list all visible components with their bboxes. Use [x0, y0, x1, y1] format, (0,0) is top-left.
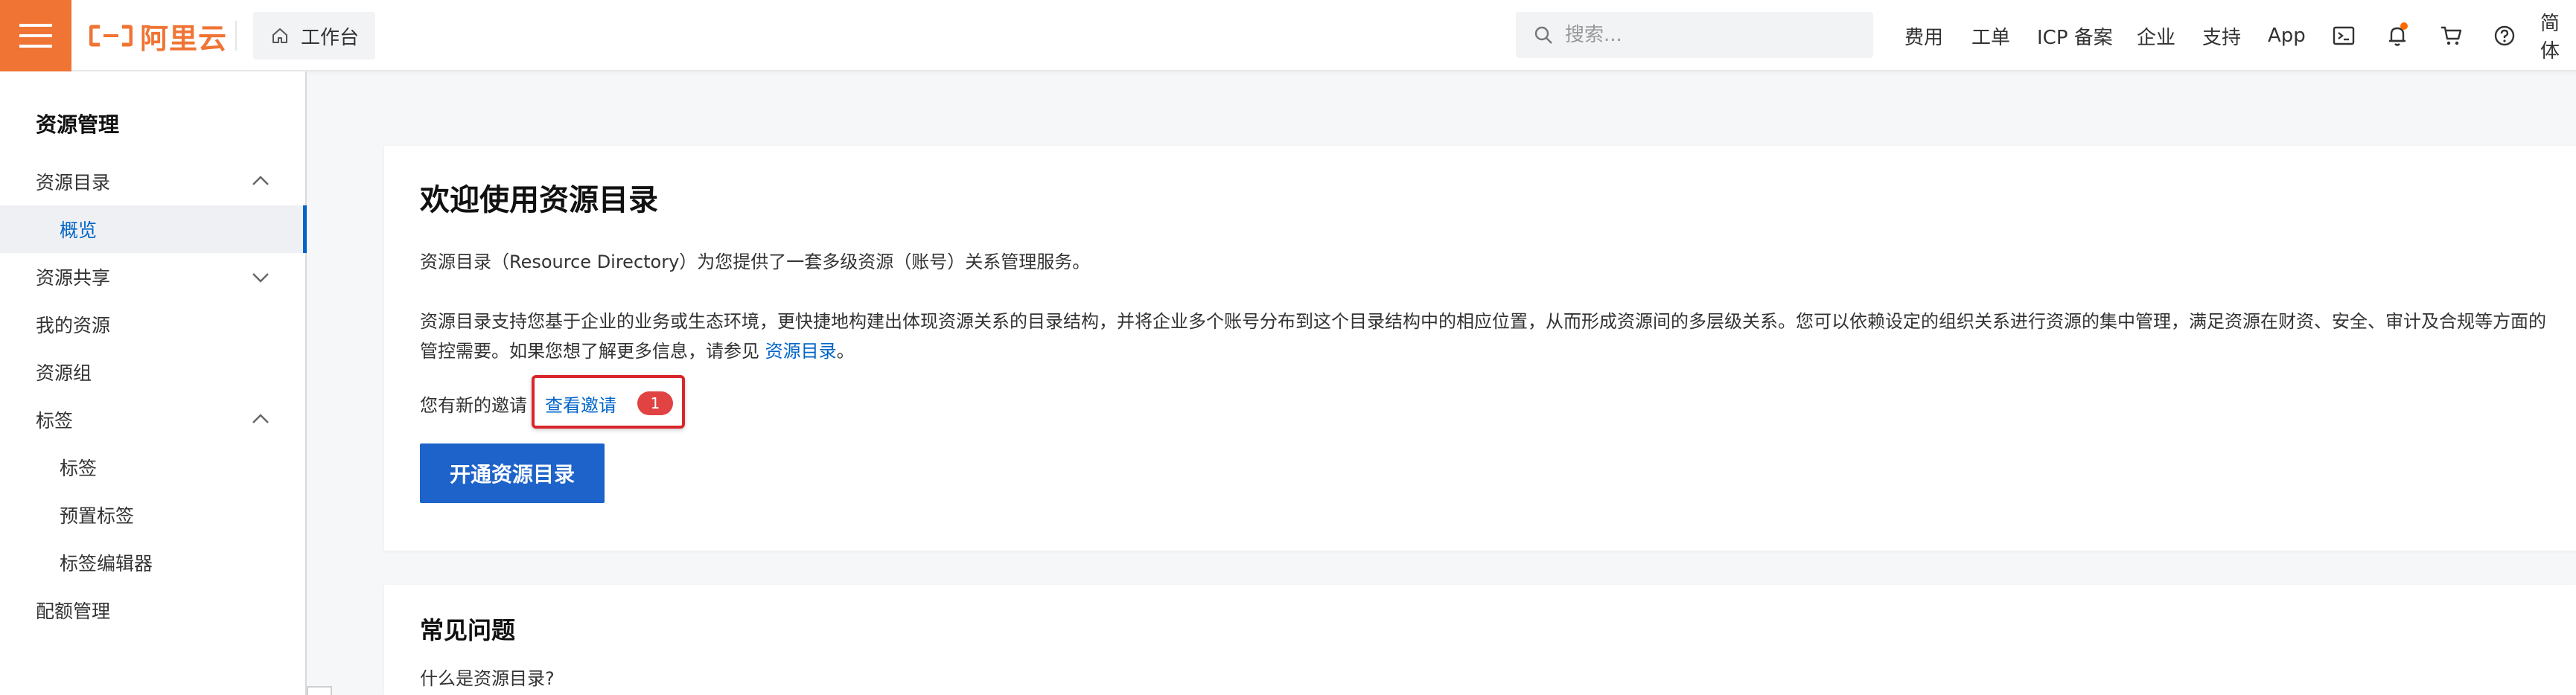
- faq-question[interactable]: 什么是资源目录?: [420, 664, 555, 690]
- sidebar-item-resource-groups[interactable]: 资源组: [0, 348, 305, 396]
- description-line-2: 管控需要。如果您想了解更多信息，请参见 资源目录。: [420, 336, 855, 366]
- sidebar-item-resource-directory[interactable]: 资源目录: [0, 158, 305, 205]
- search-input[interactable]: [1563, 23, 1864, 47]
- nav-tickets[interactable]: 工单: [1971, 0, 2010, 71]
- sidebar-item-label: 资源共享: [36, 267, 111, 289]
- notification-dot: [2400, 22, 2408, 30]
- sidebar-item-label: 概览: [60, 220, 98, 241]
- sidebar-item-label: 标签: [60, 458, 98, 479]
- faq-title: 常见问题: [420, 616, 516, 644]
- invite-notice: 您有新的邀请: [420, 394, 527, 416]
- logo-text: 阿里云: [140, 22, 228, 55]
- nav-app[interactable]: App: [2268, 0, 2306, 71]
- cart-icon[interactable]: [2433, 18, 2469, 54]
- sidebar-item-label: 资源目录: [36, 172, 111, 193]
- enable-resource-directory-button[interactable]: 开通资源目录: [420, 443, 605, 503]
- sidebar-item-overview[interactable]: 概览: [0, 205, 307, 253]
- sidebar-item-tags[interactable]: 标签: [0, 396, 305, 443]
- nav-icp-filing[interactable]: ICP 备案: [2037, 0, 2113, 71]
- sidebar: 资源管理 资源目录 概览 资源共享 我的资源 资源组 标签 标签 预置标签 标签…: [0, 71, 307, 695]
- description-suffix: 。: [836, 341, 855, 362]
- sidebar-item-label: 预置标签: [60, 505, 135, 527]
- invitation-count-badge: 1: [637, 391, 673, 415]
- sidebar-item-tag-editor[interactable]: 标签编辑器: [0, 539, 305, 586]
- sidebar-item-resource-sharing[interactable]: 资源共享: [0, 253, 305, 301]
- hamburger-menu-button[interactable]: [0, 0, 71, 71]
- sidebar-item-label: 资源组: [36, 362, 92, 384]
- aliyun-logo-mark-icon: [89, 25, 133, 47]
- global-search[interactable]: [1516, 12, 1873, 58]
- sidebar-item-preset-tags[interactable]: 预置标签: [0, 491, 305, 539]
- page-title: 欢迎使用资源目录: [420, 183, 658, 217]
- help-icon[interactable]: [2487, 18, 2522, 54]
- search-icon: [1534, 26, 1552, 44]
- sidebar-item-tags-sub[interactable]: 标签: [0, 443, 305, 491]
- sidebar-item-label: 标签编辑器: [60, 553, 153, 574]
- bell-icon[interactable]: [2379, 18, 2415, 54]
- language-switch[interactable]: 简体: [2540, 0, 2576, 71]
- resource-directory-doc-link[interactable]: 资源目录: [765, 341, 837, 362]
- nav-enterprise[interactable]: 企业: [2137, 0, 2175, 71]
- aliyun-logo[interactable]: 阿里云: [89, 18, 228, 55]
- workbench-button[interactable]: 工作台: [253, 12, 375, 60]
- sidebar-item-label: 配额管理: [36, 600, 111, 622]
- view-invitation-label[interactable]: 查看邀请: [545, 391, 616, 417]
- home-icon: [272, 28, 287, 43]
- description-prefix: 管控需要。如果您想了解更多信息，请参见: [420, 341, 765, 362]
- sidebar-item-my-resources[interactable]: 我的资源: [0, 301, 305, 348]
- faq-card: 常见问题 什么是资源目录?: [384, 585, 2576, 695]
- description-line-1: 资源目录支持您基于企业的业务或生态环境，更快捷地构建出体现资源关系的目录结构，并…: [420, 311, 2546, 332]
- nav-support[interactable]: 支持: [2202, 0, 2241, 71]
- chevron-up-icon: [252, 176, 269, 185]
- intro-text: 资源目录（Resource Directory）为您提供了一套多级资源（账号）关…: [420, 252, 1091, 272]
- header-divider: [235, 21, 237, 51]
- terminal-icon[interactable]: [2326, 18, 2362, 54]
- workbench-label: 工作台: [301, 26, 360, 49]
- nav-billing[interactable]: 费用: [1904, 0, 1943, 71]
- sidebar-title: 资源管理: [36, 112, 120, 137]
- view-invitation-link[interactable]: 查看邀请: [545, 388, 616, 418]
- welcome-card: 欢迎使用资源目录 资源目录（Resource Directory）为您提供了一套…: [384, 146, 2576, 551]
- sidebar-collapse-handle[interactable]: [307, 686, 332, 695]
- sidebar-item-quota-management[interactable]: 配额管理: [0, 586, 305, 634]
- sidebar-item-label: 标签: [36, 410, 74, 432]
- top-navigation-bar: 阿里云 工作台 费用 工单 ICP 备案 企业 支持 App: [0, 0, 2576, 71]
- chevron-down-icon: [252, 273, 269, 283]
- sidebar-item-label: 我的资源: [36, 315, 111, 336]
- chevron-up-icon: [252, 414, 269, 423]
- menu-icon: [19, 24, 52, 48]
